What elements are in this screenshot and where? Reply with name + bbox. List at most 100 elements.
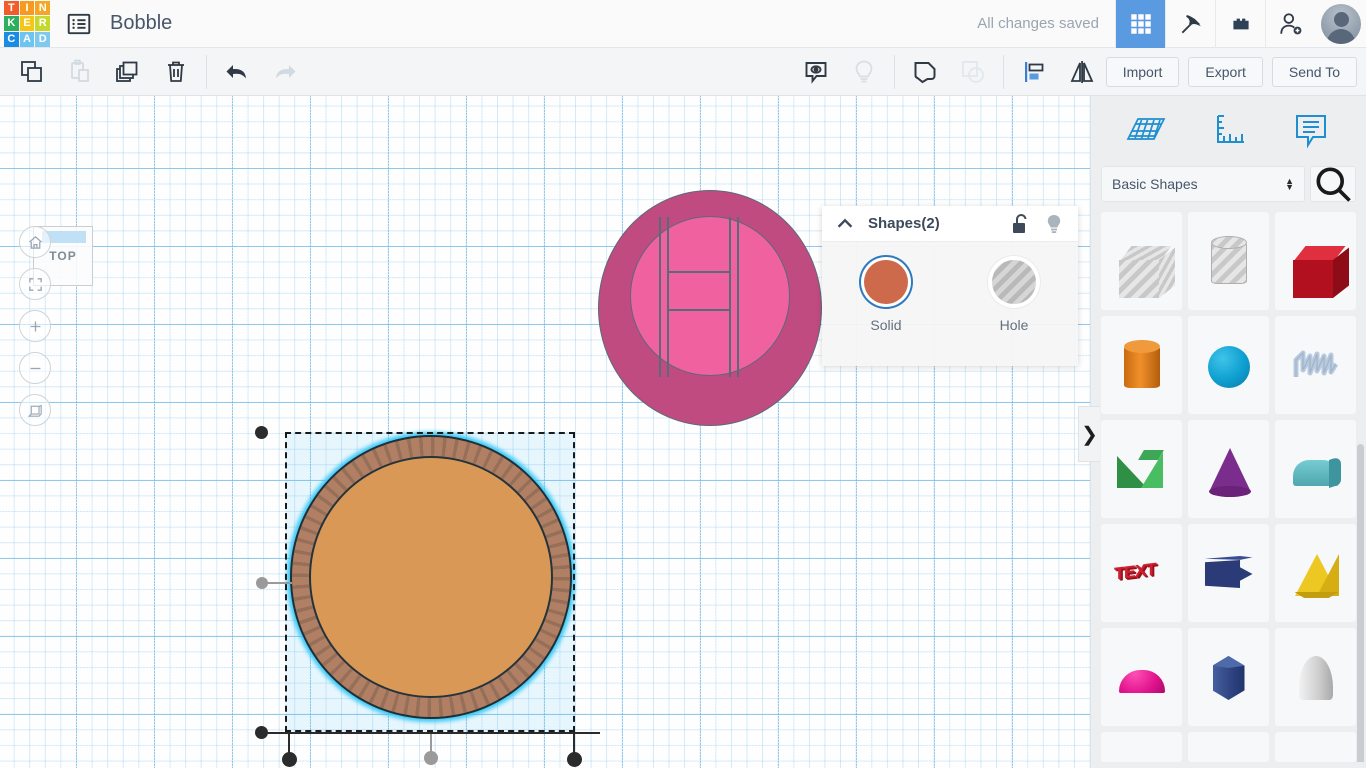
paste-icon[interactable] [56, 49, 104, 95]
pink-disc-object[interactable] [598, 190, 822, 426]
add-user-icon[interactable] [1265, 0, 1315, 48]
notes-tab[interactable] [1283, 107, 1339, 155]
pink-line [737, 217, 739, 377]
navy-arrow-shape[interactable] [1188, 524, 1269, 622]
workplane-canvas[interactable]: TOP Shapes(2) Solid Hole [0, 96, 1090, 768]
top-bar: T I N K E R C A D Bobble All changes sav… [0, 0, 1366, 48]
logo-letter: D [35, 31, 50, 47]
shape-grid-scrollbar[interactable] [1357, 444, 1364, 762]
search-button[interactable] [1310, 166, 1356, 202]
ruler-tab[interactable] [1200, 107, 1256, 155]
tinkercad-logo[interactable]: T I N K E R C A D [4, 0, 50, 47]
document-list-icon[interactable] [64, 9, 94, 39]
stepper-arrows-icon: ▲ ▼ [1285, 176, 1294, 192]
pickaxe-icon[interactable] [1165, 0, 1215, 48]
delete-trash-icon[interactable] [152, 49, 200, 95]
toolbar-divider [893, 54, 895, 89]
search-icon [1316, 167, 1351, 202]
resize-handle-top-left[interactable] [255, 426, 268, 439]
box-hole-shape[interactable] [1101, 212, 1182, 310]
text-shape-label: TEXT [1113, 559, 1155, 584]
blue-sphere-shape[interactable] [1188, 316, 1269, 414]
user-avatar[interactable] [1321, 3, 1361, 44]
green-wedge-shape[interactable] [1101, 420, 1182, 518]
zoom-in-button[interactable] [19, 310, 51, 342]
logo-letter: C [4, 31, 19, 47]
logo-letter: E [19, 16, 35, 31]
shape-category-select[interactable]: Basic Shapes ▲ ▼ [1101, 166, 1305, 202]
grid-view-icon[interactable] [1115, 0, 1165, 48]
zoom-out-button[interactable] [19, 352, 51, 384]
shape-library-grid[interactable]: TEXT [1091, 212, 1366, 762]
pink-line [729, 217, 731, 377]
pink-inner-disc [630, 216, 790, 377]
ungroup-shape-icon[interactable] [949, 49, 997, 95]
shape-category-row: Basic Shapes ▲ ▼ [1091, 166, 1366, 202]
logo-letter: I [19, 0, 35, 16]
collapse-chevron-icon[interactable] [834, 213, 856, 235]
home-view-button[interactable] [19, 226, 51, 258]
logo-letter: K [4, 16, 19, 31]
send-to-button[interactable]: Send To [1271, 56, 1357, 87]
view-cube-label: TOP [49, 249, 77, 263]
right-panel: Basic Shapes ▲ ▼ TEXT [1090, 96, 1366, 768]
redo-icon[interactable] [261, 49, 309, 95]
pink-line [667, 271, 730, 273]
teal-roof-shape[interactable] [1275, 420, 1356, 518]
height-handle-right[interactable] [567, 752, 582, 767]
fit-view-button[interactable] [19, 268, 51, 300]
align-icon[interactable] [1010, 49, 1058, 95]
toolbar-divider [206, 54, 207, 89]
handle-rail [268, 732, 600, 734]
shape-row-partial[interactable] [1275, 732, 1356, 762]
handle-stem [262, 582, 292, 584]
white-paraboloid-shape[interactable] [1275, 628, 1356, 726]
tinkercad-app: T I N K E R C A D Bobble All changes sav… [0, 0, 1366, 768]
pink-line [667, 309, 730, 311]
ortho-perspective-toggle[interactable] [19, 394, 51, 426]
shape-row-partial[interactable] [1101, 732, 1182, 762]
pink-line [659, 217, 661, 377]
text-shape[interactable]: TEXT [1101, 524, 1182, 622]
blue-hexprism-shape[interactable] [1188, 628, 1269, 726]
solid-swatch [864, 260, 908, 304]
solid-label: Solid [870, 317, 902, 333]
mirror-icon[interactable] [1058, 49, 1106, 95]
hole-option[interactable]: Hole [950, 260, 1078, 333]
import-button[interactable]: Import [1105, 56, 1180, 87]
toolbar-divider [1002, 54, 1004, 89]
orange-cylinder-shape[interactable] [1101, 316, 1182, 414]
logo-letter: R [35, 16, 50, 31]
unlock-icon[interactable] [1008, 212, 1032, 236]
height-handle-left[interactable] [282, 752, 297, 767]
shapes-panel-header: Shapes(2) [822, 206, 1078, 242]
solid-option[interactable]: Solid [822, 260, 950, 333]
main-toolbar: Import Export Send To [0, 48, 1366, 96]
save-status: All changes saved [977, 15, 1099, 32]
yellow-pyramid-shape[interactable] [1275, 524, 1356, 622]
pink-hemisphere-shape[interactable] [1101, 628, 1182, 726]
height-handle-center[interactable] [424, 751, 438, 765]
logo-letter: A [19, 31, 35, 47]
lightbulb-icon[interactable] [1042, 212, 1066, 236]
copy-icon[interactable] [8, 49, 56, 95]
resize-handle-bottom-left[interactable] [255, 726, 268, 739]
purple-cone-shape[interactable] [1188, 420, 1269, 518]
lego-brick-icon[interactable] [1215, 0, 1265, 48]
shapes-panel: Shapes(2) Solid Hole [822, 206, 1078, 366]
group-shape-icon[interactable] [901, 49, 949, 95]
project-title[interactable]: Bobble [110, 12, 172, 35]
lightbulb-icon[interactable] [840, 49, 888, 95]
export-button[interactable]: Export [1188, 56, 1263, 87]
view-tag-icon[interactable] [792, 49, 840, 95]
shape-row-partial[interactable] [1188, 732, 1269, 762]
red-box-shape[interactable] [1275, 212, 1356, 310]
logo-letter: T [4, 0, 19, 16]
scribble-shape[interactable] [1275, 316, 1356, 414]
duplicate-icon[interactable] [104, 49, 152, 95]
cylinder-hole-shape[interactable] [1188, 212, 1269, 310]
workplane-tab[interactable] [1118, 107, 1174, 155]
undo-icon[interactable] [213, 49, 261, 95]
panel-expand-toggle[interactable]: ❯ [1078, 406, 1100, 462]
right-panel-tabs [1091, 96, 1366, 166]
